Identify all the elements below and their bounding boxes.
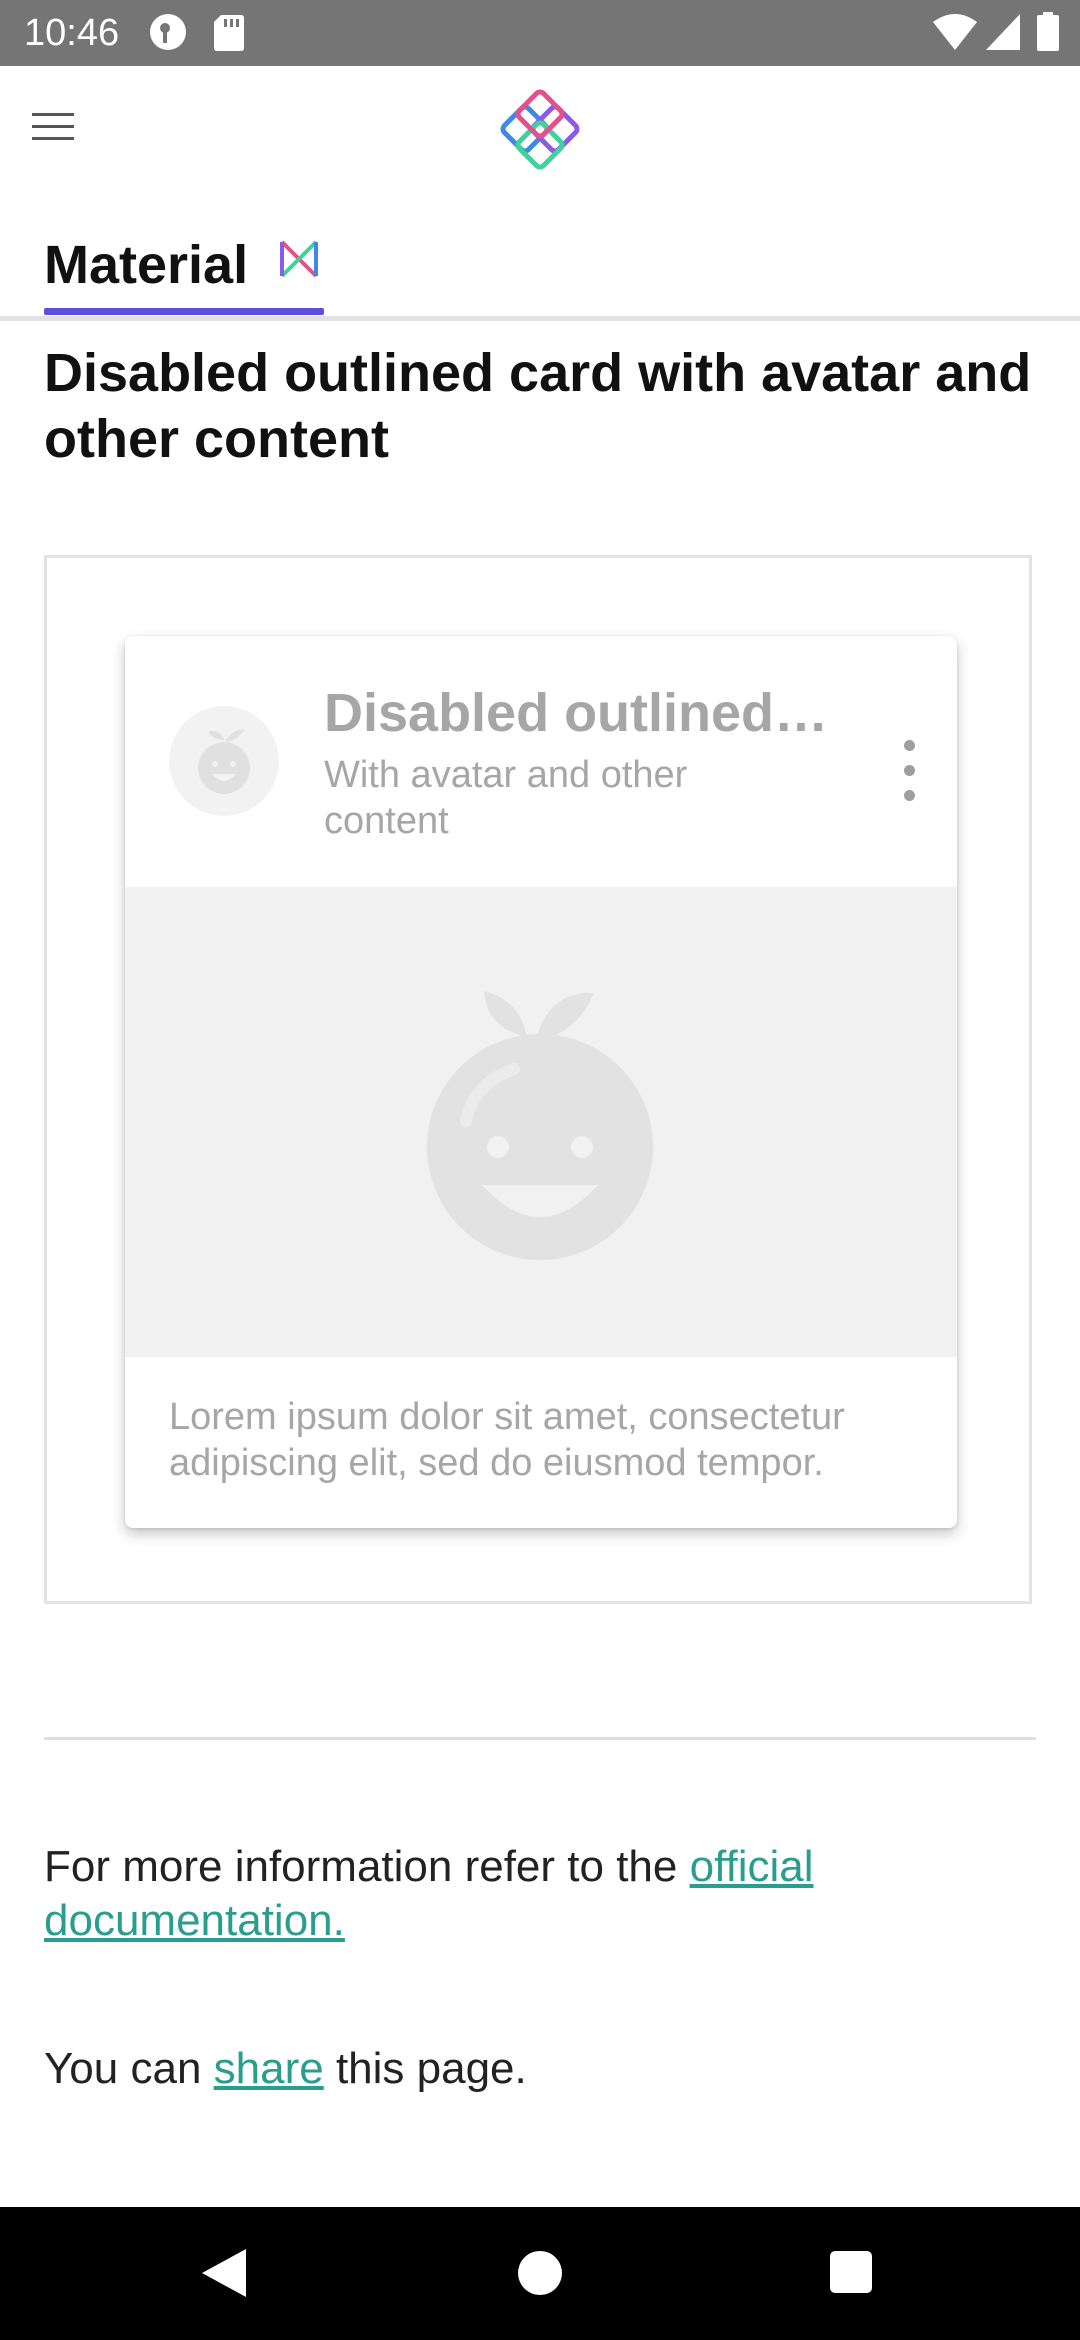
documentation-info: For more information refer to the offici…	[44, 1840, 1034, 1948]
card-avatar	[169, 706, 279, 816]
smiling-fruit-icon	[427, 991, 653, 1260]
app-logo-icon	[500, 89, 580, 170]
tabs-divider	[0, 316, 1080, 321]
card-media	[125, 887, 957, 1357]
tab-indicator	[44, 308, 324, 315]
smiling-fruit-icon	[198, 729, 250, 794]
status-time: 10:46	[24, 12, 120, 54]
tab-material[interactable]: Material	[44, 222, 324, 314]
share-suffix: this page.	[323, 2044, 527, 2093]
tab-material-label: Material	[44, 235, 249, 295]
section-divider	[44, 1737, 1036, 1740]
wifi-icon	[933, 14, 977, 50]
cell-signal-icon	[986, 14, 1020, 50]
share-link[interactable]: share	[214, 2044, 324, 2093]
status-bar: 10:46	[0, 0, 1080, 66]
card-title: Disabled outlined…	[324, 683, 829, 743]
card-subtitle: With avatar and other content	[324, 754, 688, 842]
disabled-outlined-card: Disabled outlined… With avatar and other…	[125, 636, 957, 1528]
card-body-text: Lorem ipsum dolor sit amet, consectetur …	[169, 1396, 845, 1484]
hamburger-menu-icon[interactable]	[22, 94, 86, 158]
system-navigation-bar	[0, 2207, 1080, 2340]
tab-bar: Material	[0, 200, 1080, 322]
share-prefix: You can	[44, 2044, 214, 2093]
home-icon[interactable]	[518, 2251, 562, 2295]
app-bar	[0, 66, 1080, 200]
material-design-icon	[280, 240, 318, 278]
recents-icon[interactable]	[830, 2251, 872, 2293]
back-icon[interactable]	[200, 2247, 250, 2299]
more-vert-icon[interactable]	[885, 736, 935, 806]
battery-icon	[1037, 12, 1059, 51]
sd-card-icon	[214, 15, 244, 51]
documentation-info-prefix: For more information refer to the	[44, 1842, 690, 1891]
share-info: You can share this page.	[44, 2042, 1034, 2096]
vpn-key-icon	[150, 14, 186, 50]
page-title: Disabled outlined card with avatar and o…	[44, 343, 1032, 469]
